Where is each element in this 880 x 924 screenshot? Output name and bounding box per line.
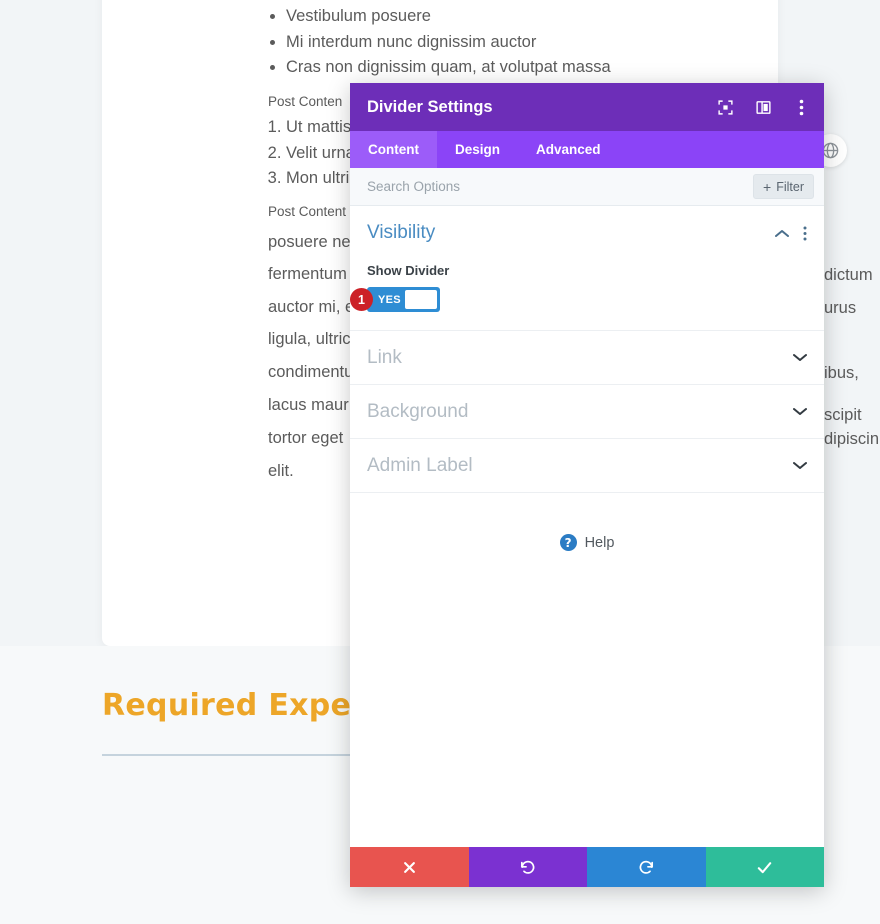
cancel-button[interactable] [350, 847, 469, 887]
chevron-down-icon[interactable] [793, 403, 807, 421]
plus-icon: + [763, 178, 772, 195]
chevron-up-icon[interactable] [775, 229, 789, 238]
toggle-knob [405, 290, 437, 309]
modal-action-bar [350, 847, 824, 887]
list-item: Vestibulum posuere [286, 4, 611, 30]
list-item: Mi interdum nunc dignissim auctor [286, 30, 611, 56]
section-title: Admin Label [367, 454, 473, 476]
section-background[interactable]: Background [350, 385, 824, 439]
undo-button[interactable] [468, 847, 587, 887]
paragraph-line: fermentum [268, 265, 347, 283]
help-icon: ? [559, 534, 577, 551]
paragraph-line: lacus maur [268, 396, 349, 414]
search-options-bar: + Filter [350, 168, 824, 206]
panel-layout-icon[interactable] [754, 98, 772, 116]
paragraph-line: posuere ne [268, 233, 351, 251]
modal-tabs: Content Design Advanced [350, 131, 824, 168]
numbered-list: Ut mattis Velit urna Mon ultri [268, 115, 355, 192]
modal-header-icons [716, 98, 810, 116]
toggle-value-label: YES [378, 293, 401, 306]
chevron-down-icon[interactable] [793, 349, 807, 367]
redo-button[interactable] [587, 847, 706, 887]
list-item: Velit urna [286, 141, 355, 167]
section-title: Visibility [367, 222, 436, 243]
filter-button[interactable]: + Filter [753, 174, 814, 199]
text-fragment: dipiscin [824, 430, 880, 448]
section-title: Background [367, 400, 469, 422]
search-input[interactable] [367, 179, 754, 194]
chevron-down-icon[interactable] [793, 457, 807, 475]
text-fragment: scipit [824, 406, 862, 424]
annotation-badge-1: 1 [350, 288, 373, 311]
post-content-label-1: Post Conten [268, 94, 343, 109]
section-visibility: Visibility Show Divider 1 YES [350, 206, 824, 331]
list-item: Mon ultri [286, 166, 355, 192]
show-divider-toggle-wrap: 1 YES [350, 287, 440, 312]
help-link[interactable]: ? Help [350, 534, 824, 551]
bullet-list: Vestibulum posuere Mi interdum nunc dign… [268, 4, 611, 81]
save-button[interactable] [705, 847, 824, 887]
paragraph-line: auctor mi, e [268, 298, 355, 316]
modal-body: Visibility Show Divider 1 YES Link Backg… [350, 206, 824, 847]
tab-advanced[interactable]: Advanced [518, 131, 619, 168]
section-controls [775, 226, 807, 241]
post-content-label-2: Post Content H [268, 204, 360, 219]
list-item: Cras non dignissim quam, at volutpat mas… [286, 55, 611, 81]
more-options-icon[interactable] [803, 226, 807, 241]
tab-content[interactable]: Content [350, 131, 437, 168]
help-label: Help [584, 534, 615, 551]
paragraph-line: condimentu [268, 363, 354, 381]
screen-root: Vestibulum posuere Mi interdum nunc dign… [0, 0, 880, 924]
divider-settings-modal: Divider Settings Content Design Advanced… [350, 83, 824, 887]
paragraph-line: tortor eget [268, 429, 344, 447]
tab-design[interactable]: Design [437, 131, 518, 168]
more-options-icon[interactable] [792, 98, 810, 116]
section-link[interactable]: Link [350, 331, 824, 385]
modal-title: Divider Settings [367, 97, 493, 116]
modal-header: Divider Settings [350, 83, 824, 131]
text-fragment: ibus, [824, 364, 859, 382]
text-fragment: dictum [824, 266, 873, 284]
list-item: Ut mattis [286, 115, 355, 141]
section-admin-label[interactable]: Admin Label [350, 439, 824, 493]
section-title: Link [367, 346, 402, 368]
text-fragment: urus [824, 299, 857, 317]
section-visibility-header[interactable]: Visibility [350, 206, 824, 244]
paragraph-line: ligula, ultric [268, 330, 351, 348]
filter-button-label: Filter [776, 179, 804, 194]
focus-icon[interactable] [716, 98, 734, 116]
paragraph-line: elit. [268, 462, 294, 480]
show-divider-label: Show Divider [367, 263, 450, 278]
show-divider-toggle[interactable]: YES [367, 287, 440, 312]
